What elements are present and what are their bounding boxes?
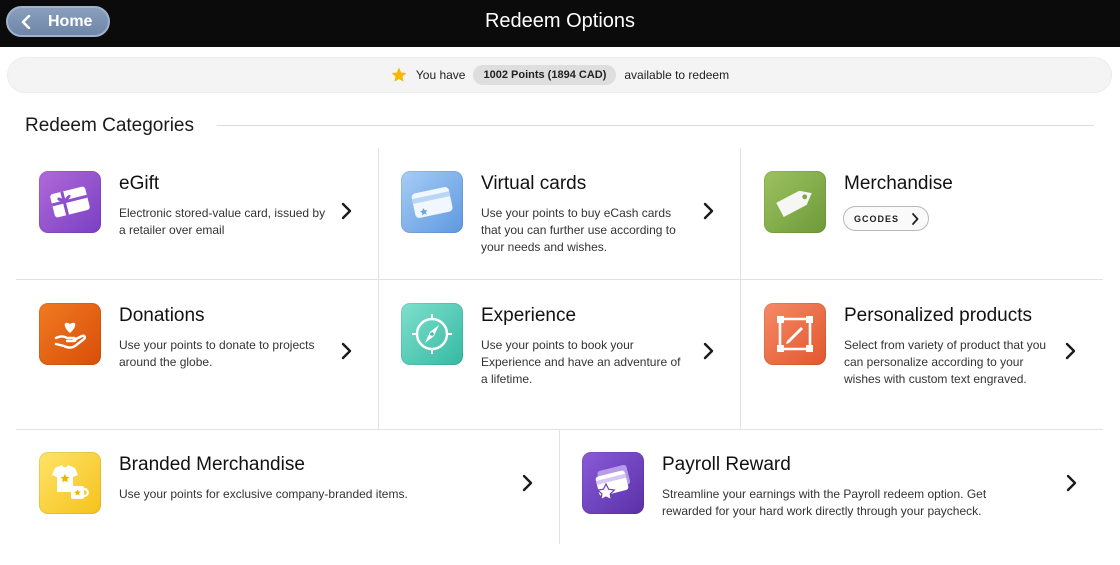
chevron-right-icon xyxy=(703,342,714,360)
category-description: Electronic stored-value card, issued by … xyxy=(119,206,326,237)
virtual-card-icon xyxy=(401,171,463,233)
page-title: Redeem Options xyxy=(484,10,636,32)
chevron-right-icon xyxy=(1065,342,1076,360)
category-description: Use your points to donate to projects ar… xyxy=(119,338,315,369)
compass-icon xyxy=(401,303,463,365)
section-title: Redeem Categories xyxy=(25,115,194,136)
payroll-card-icon xyxy=(582,452,644,514)
category-card-payroll-reward[interactable]: Payroll Reward Streamline your earnings … xyxy=(559,430,1103,544)
category-title: eGift xyxy=(119,173,160,194)
gcodes-button-label: GCODES xyxy=(854,213,900,224)
section-divider xyxy=(217,125,1094,126)
category-title: Merchandise xyxy=(844,173,953,194)
category-title: Payroll Reward xyxy=(662,454,791,475)
star-icon xyxy=(391,67,407,82)
chevron-right-icon xyxy=(703,202,714,220)
points-prefix: You have xyxy=(415,68,466,82)
category-card-personalized-products[interactable]: Personalized products Select from variet… xyxy=(740,280,1103,429)
gcodes-button[interactable]: GCODES xyxy=(843,206,929,231)
chevron-right-icon xyxy=(1066,474,1077,492)
top-bar: Home Redeem Options xyxy=(0,0,1120,47)
heart-hand-icon xyxy=(39,303,101,365)
points-suffix: available to redeem xyxy=(624,68,730,82)
category-title: Personalized products xyxy=(844,305,1032,326)
category-title: Virtual cards xyxy=(481,173,587,194)
category-card-merchandise: Merchandise GCODES xyxy=(740,148,1103,279)
chevron-right-icon xyxy=(341,342,352,360)
category-description: Streamline your earnings with the Payrol… xyxy=(662,487,987,518)
price-tag-icon xyxy=(764,171,826,233)
category-title: Experience xyxy=(481,305,577,326)
chevron-right-icon xyxy=(341,202,352,220)
branded-shirt-mug-icon xyxy=(39,452,101,514)
category-card-virtual-cards[interactable]: Virtual cards Use your points to buy eCa… xyxy=(378,148,740,279)
category-card-egift[interactable]: eGift Electronic stored-value card, issu… xyxy=(16,148,378,279)
category-card-experience[interactable]: Experience Use your points to book your … xyxy=(378,280,740,429)
points-summary: You have 1002 Points (1894 CAD) availabl… xyxy=(7,57,1112,93)
category-title: Donations xyxy=(119,305,205,326)
points-balance-badge: 1002 Points (1894 CAD) xyxy=(473,65,617,85)
gift-card-icon xyxy=(39,171,101,233)
category-description: Use your points to buy eCash cards that … xyxy=(481,206,676,254)
category-description: Use your points to book your Experience … xyxy=(481,338,681,386)
chevron-right-icon xyxy=(912,213,919,225)
edit-frame-icon xyxy=(764,303,826,365)
chevron-right-icon xyxy=(522,474,533,492)
category-card-branded-merchandise[interactable]: Branded Merchandise Use your points for … xyxy=(16,430,559,544)
category-card-donations[interactable]: Donations Use your points to donate to p… xyxy=(16,280,378,429)
category-description: Use your points for exclusive company-br… xyxy=(119,487,408,501)
category-description: Select from variety of product that you … xyxy=(844,338,1047,386)
category-title: Branded Merchandise xyxy=(119,454,305,475)
